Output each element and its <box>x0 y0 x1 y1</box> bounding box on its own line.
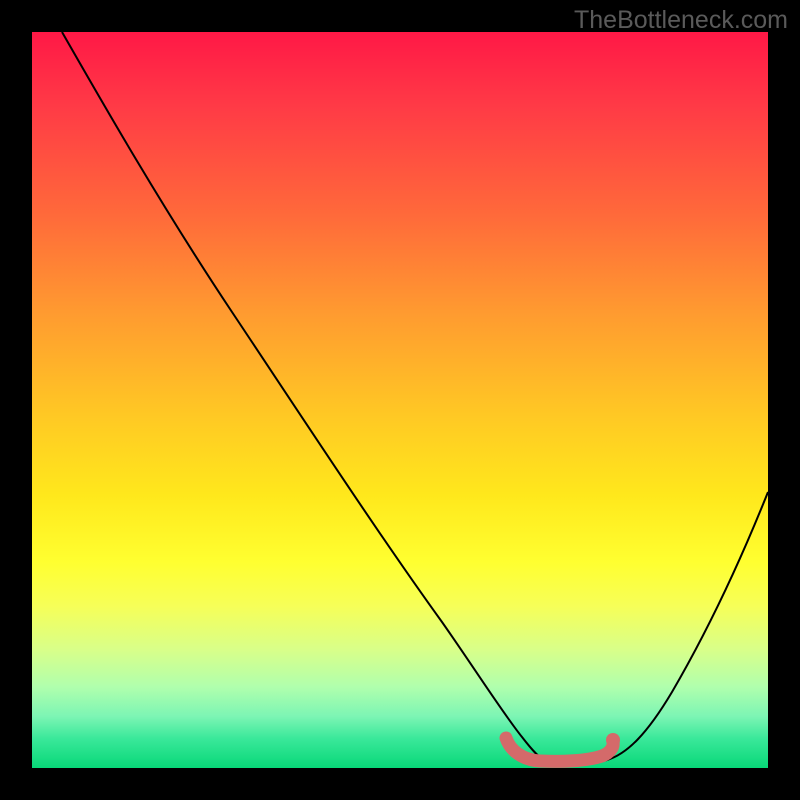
watermark-text: TheBottleneck.com <box>574 6 788 35</box>
chart-svg <box>32 32 768 768</box>
chart-plot-area <box>32 32 768 768</box>
optimal-range-marker <box>506 738 613 761</box>
bottleneck-curve <box>62 32 768 765</box>
optimal-range-end-dot <box>606 733 620 747</box>
